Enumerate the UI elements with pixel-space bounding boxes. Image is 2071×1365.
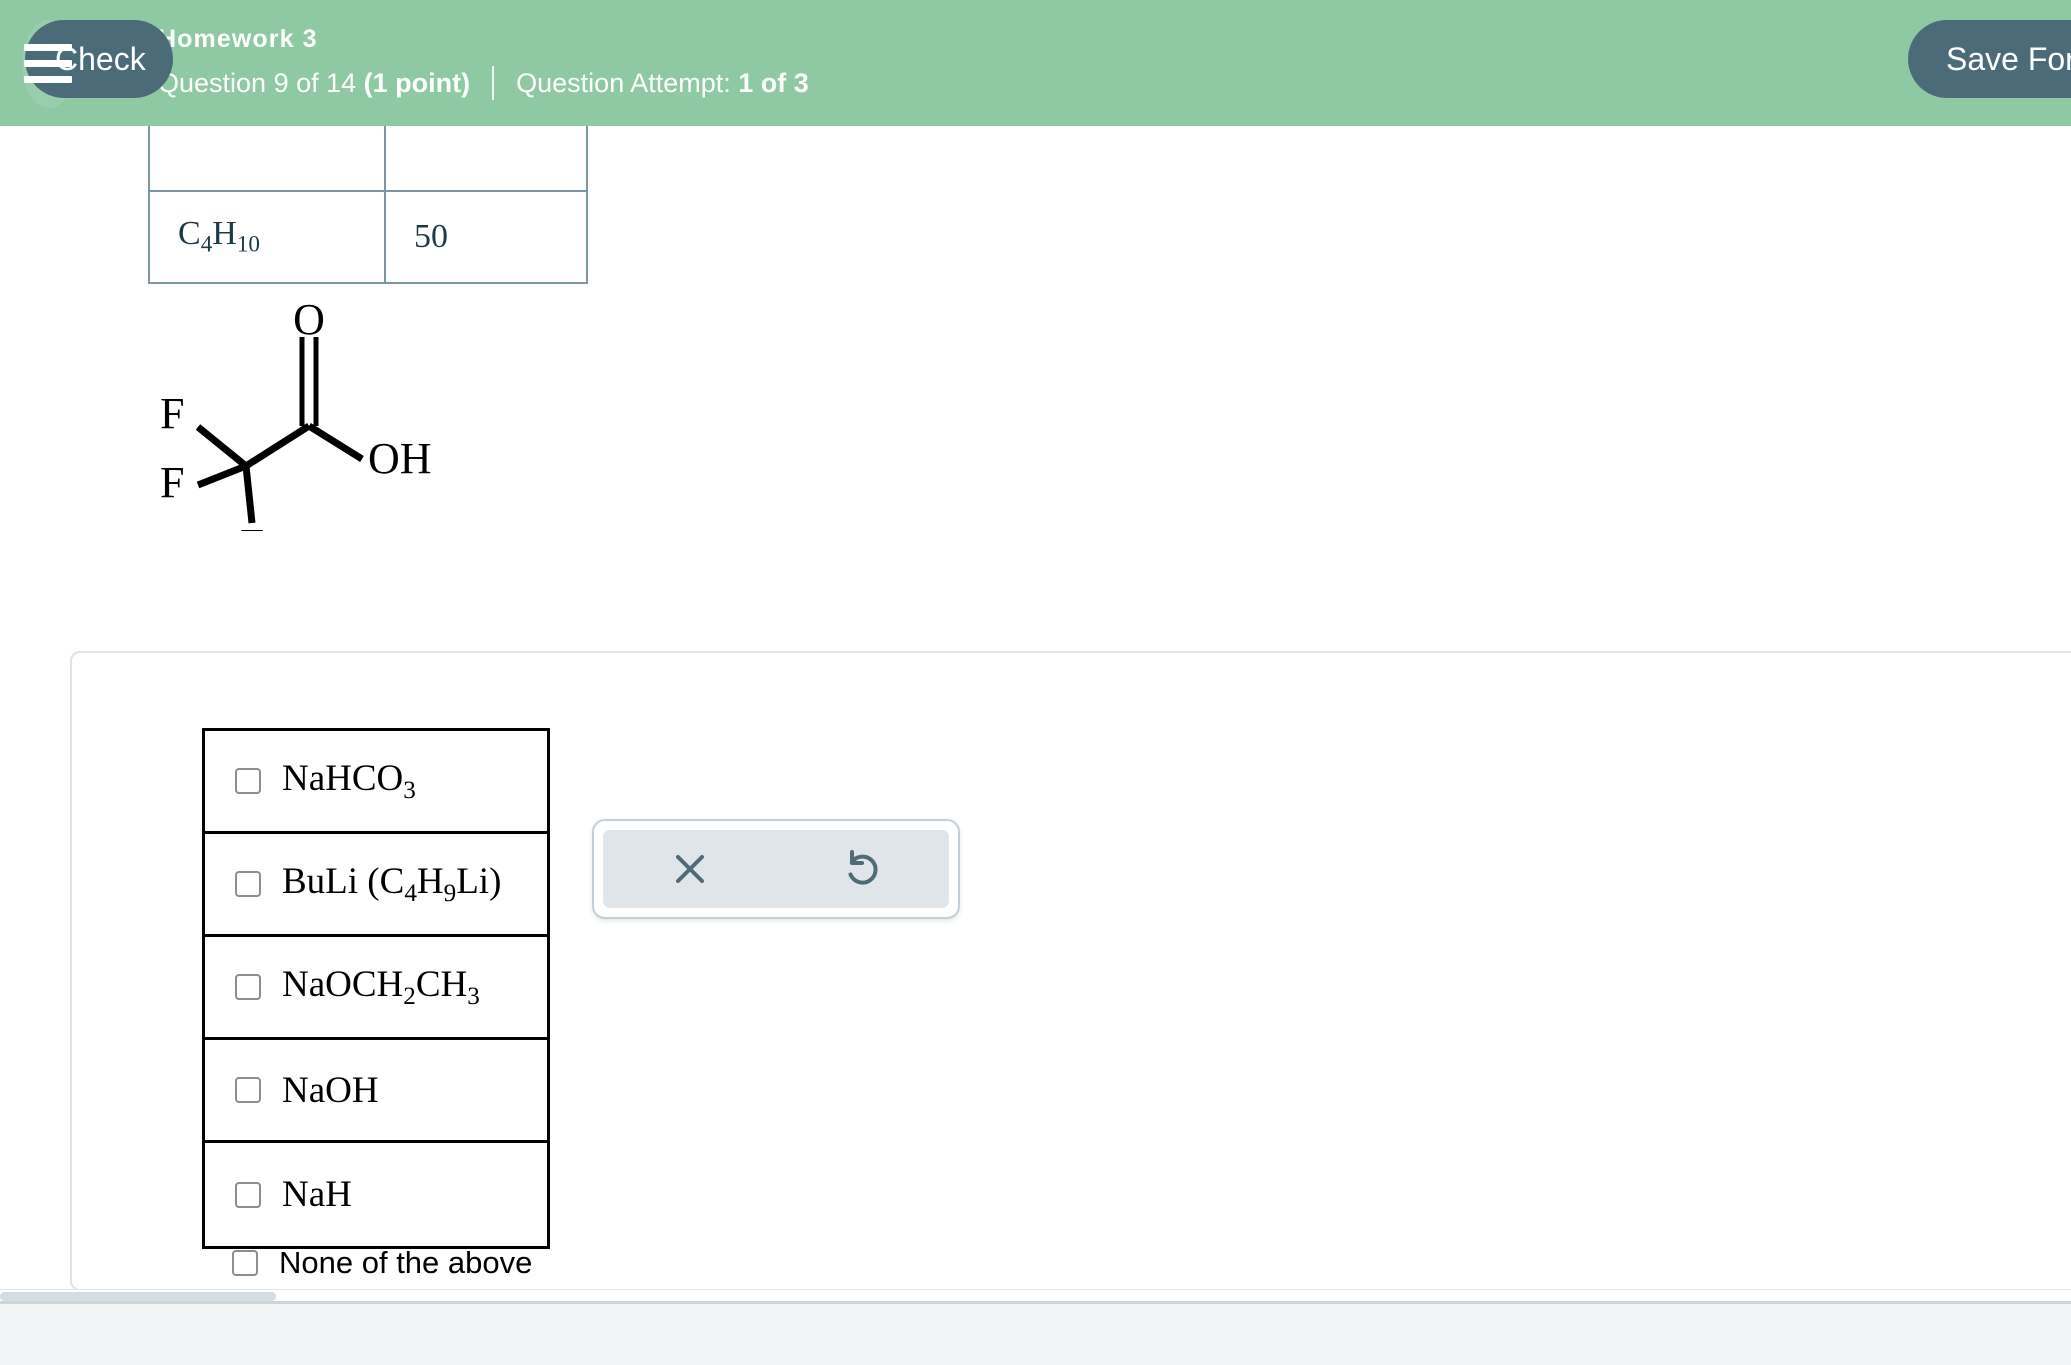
table-cell-value [384, 126, 588, 192]
checkbox-buli[interactable] [235, 871, 261, 897]
checkbox-nahco3[interactable] [235, 768, 261, 794]
save-for-later-button[interactable]: Save For L [1908, 20, 2071, 98]
assignment-title: Homework 3 [158, 24, 318, 53]
header-divider [492, 66, 495, 101]
table-row: C4H10 50 [148, 190, 588, 284]
question-status-line: Question 9 of 14 (1 point) Question Atte… [158, 66, 809, 101]
choice-row-naoch2ch3[interactable]: NaOCH2CH3 [205, 937, 547, 1040]
compound-data-table: C4H10 50 [148, 126, 588, 284]
question-number-label: Question 9 of 14 [158, 67, 357, 98]
formula-h: H [212, 215, 237, 253]
hamburger-bar-2 [24, 59, 72, 67]
atom-label-fluorine-lower: F [160, 458, 184, 507]
checkbox-nah[interactable] [235, 1181, 261, 1208]
checkbox-none-of-the-above[interactable] [232, 1250, 258, 1276]
table-cell-formula: C4H10 [148, 190, 386, 284]
choice-row-nah[interactable]: NaH [205, 1143, 547, 1246]
molecule-structure-trifluoroacetic-acid: O OH F F F [150, 301, 480, 531]
formula-c: C [178, 215, 201, 253]
table-cell-value: 50 [384, 190, 588, 284]
clear-button[interactable] [654, 833, 726, 905]
choice-row-nahco3[interactable]: NaHCO3 [205, 731, 547, 834]
horizontal-scrollbar-thumb[interactable] [0, 1292, 276, 1301]
header-text-block: Homework 3 Question 9 of 14 (1 point) Qu… [158, 24, 809, 101]
undo-arrow-icon [848, 850, 878, 885]
checkbox-naoh[interactable] [235, 1077, 261, 1103]
question-content-area: C4H10 50 O OH F F F [0, 126, 2071, 1301]
attempt-label: Question Attempt: [516, 67, 731, 98]
answer-card: NaHCO3 BuLi (C4H9Li) NaOCH2CH3 NaOH NaH [70, 651, 2071, 1291]
choice-label-naoch2ch3: NaOCH2CH3 [282, 963, 480, 1011]
horizontal-scrollbar[interactable] [0, 1289, 2071, 1301]
undo-button[interactable] [827, 833, 899, 905]
question-points-label: (1 point) [363, 67, 471, 98]
app-header: Homework 3 Question 9 of 14 (1 point) Qu… [0, 0, 2071, 126]
hamburger-bar-3 [24, 75, 72, 83]
choice-label-none-of-the-above: None of the above [279, 1245, 533, 1280]
edit-toolbar-inner [603, 830, 949, 908]
checkbox-naoch2ch3[interactable] [235, 974, 261, 1000]
close-x-icon [675, 855, 704, 883]
table-row [148, 126, 588, 192]
choice-row-buli[interactable]: BuLi (C4H9Li) [205, 834, 547, 937]
formula-c-sub: 4 [200, 231, 213, 258]
atom-label-oxygen: O [293, 301, 325, 344]
table-cell-formula [148, 126, 386, 192]
choice-list: NaHCO3 BuLi (C4H9Li) NaOCH2CH3 NaOH NaH [202, 728, 550, 1249]
atom-label-hydroxyl: OH [368, 434, 432, 483]
edit-toolbar [592, 819, 960, 919]
formula-h-sub: 10 [236, 231, 260, 258]
choice-label-nah: NaH [282, 1174, 352, 1215]
choice-label-naoh: NaOH [282, 1069, 379, 1111]
choice-row-naoh[interactable]: NaOH [205, 1040, 547, 1143]
atom-label-fluorine-upper: F [160, 389, 184, 438]
attempt-value: 1 of 3 [738, 67, 809, 98]
choice-label-nahco3: NaHCO3 [282, 757, 416, 805]
choice-row-none-of-the-above[interactable]: None of the above [202, 1245, 532, 1281]
footer-bar [0, 1301, 2071, 1365]
hamburger-bar-1 [24, 43, 72, 51]
choice-label-buli: BuLi (C4H9Li) [282, 860, 502, 908]
atom-label-fluorine-bottom: F [240, 520, 264, 531]
